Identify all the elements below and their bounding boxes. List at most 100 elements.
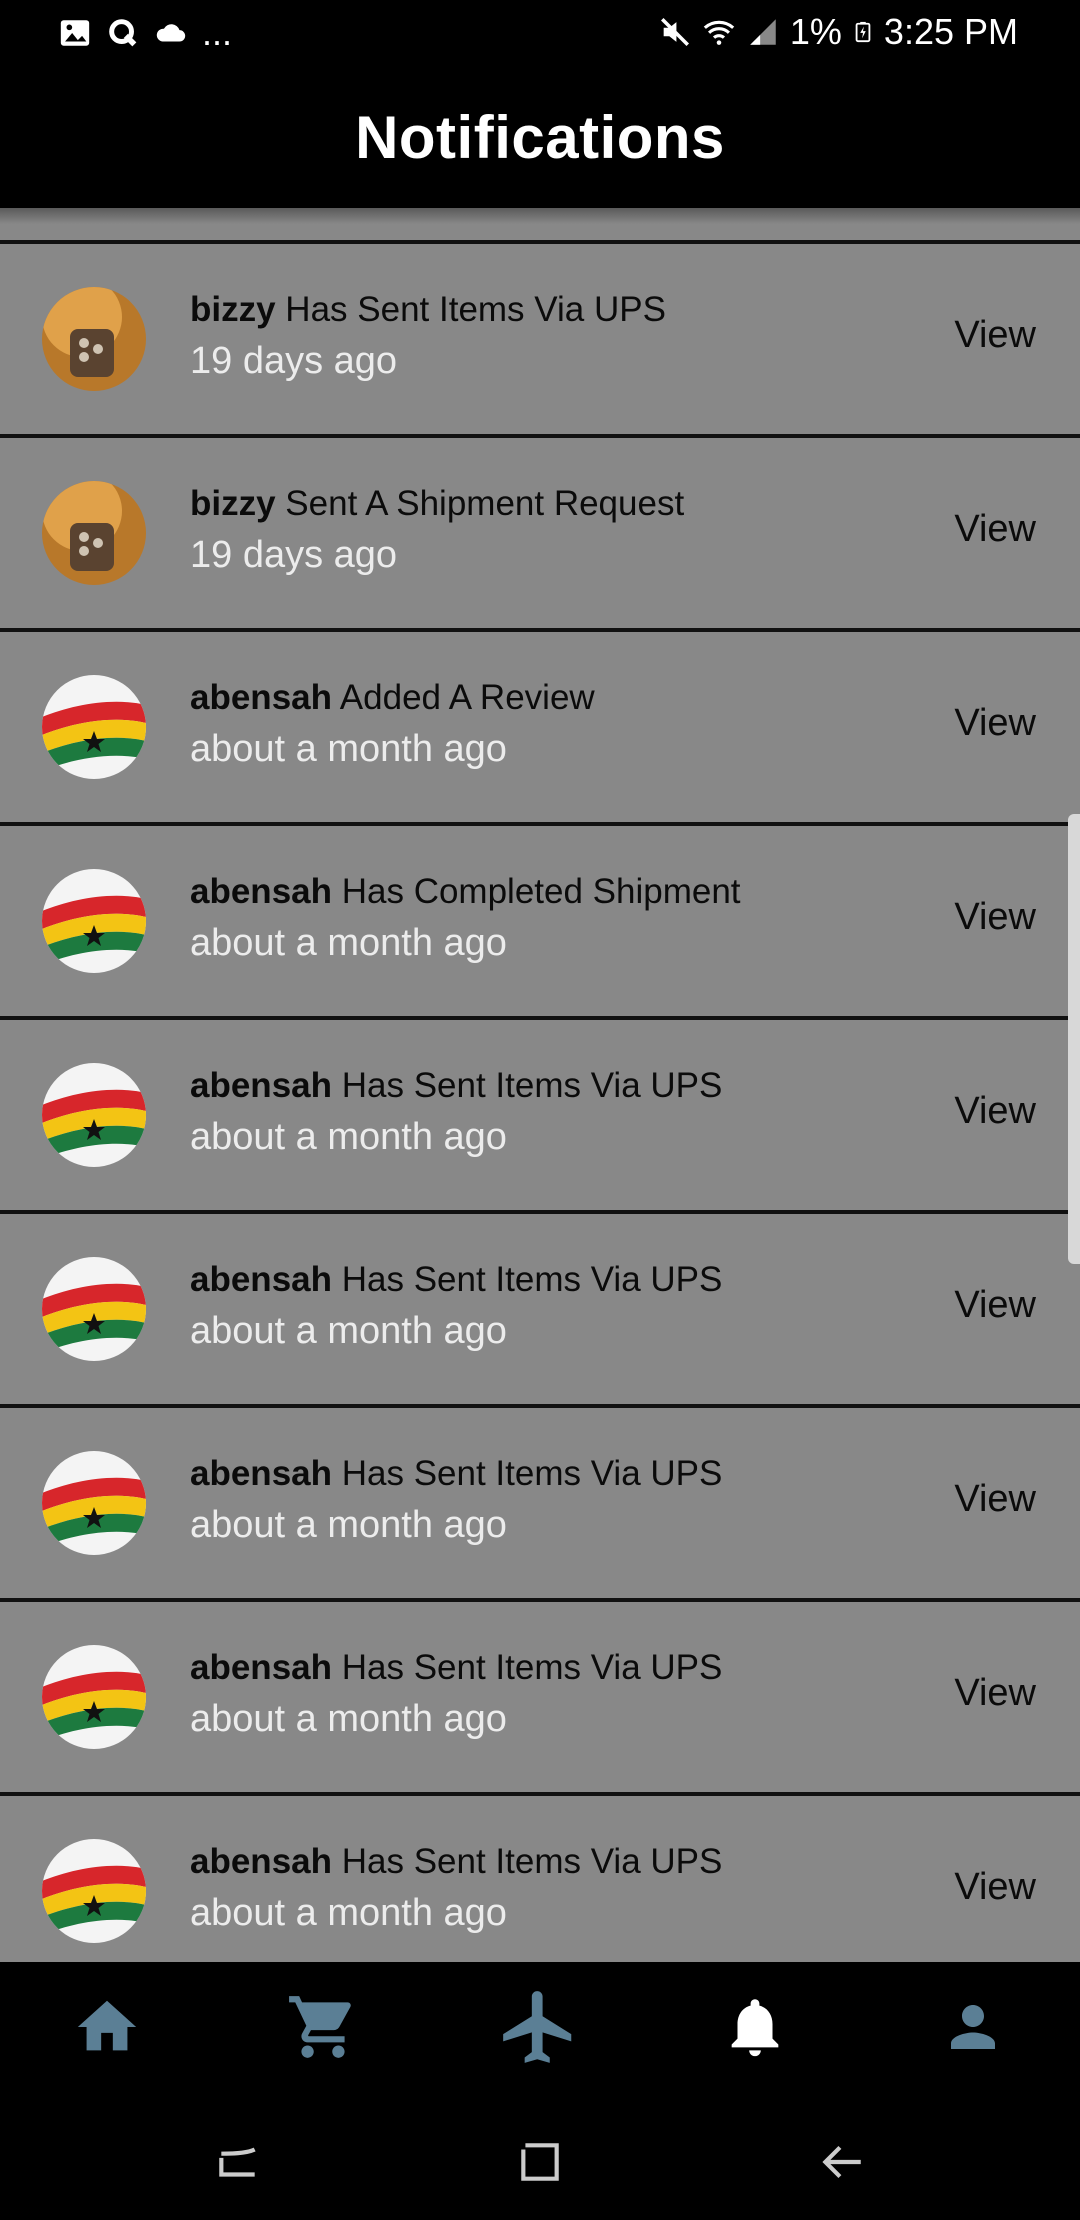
notification-text: abensah Has Sent Items Via UPS about a m… bbox=[190, 1842, 722, 1935]
notification-message: abensah Added A Review bbox=[190, 678, 595, 718]
notification-time: about a month ago bbox=[190, 1310, 507, 1352]
notification-action: Has Sent Items Via UPS bbox=[332, 1260, 723, 1299]
view-button[interactable]: View bbox=[954, 896, 1036, 939]
notification-user: bizzy bbox=[190, 290, 276, 329]
notification-action: Has Sent Items Via UPS bbox=[332, 1648, 723, 1687]
view-button[interactable]: View bbox=[954, 1478, 1036, 1521]
app-header: Notifications bbox=[0, 66, 1080, 208]
clock: 3:25 PM bbox=[883, 11, 1018, 52]
view-button[interactable]: View bbox=[954, 1284, 1036, 1327]
view-button[interactable]: View bbox=[954, 1866, 1036, 1909]
avatar bbox=[42, 1257, 146, 1361]
cloud-icon bbox=[156, 24, 186, 42]
notification-action: Has Sent Items Via UPS bbox=[332, 1454, 723, 1493]
notification-row[interactable]: abensah Has Completed Shipment about a m… bbox=[0, 826, 1080, 1016]
status-bar-left: ... bbox=[58, 14, 232, 52]
avatar bbox=[42, 1645, 146, 1749]
view-button[interactable]: View bbox=[954, 1090, 1036, 1133]
notification-time: about a month ago bbox=[190, 922, 507, 964]
notification-user: bizzy bbox=[190, 484, 276, 523]
nav-home[interactable] bbox=[62, 1982, 152, 2072]
notification-row[interactable]: abensah Has Sent Items Via UPS about a m… bbox=[0, 1602, 1080, 1792]
user-photo-icon bbox=[42, 481, 146, 585]
mute-icon bbox=[660, 17, 689, 47]
page-title: Notifications bbox=[355, 103, 725, 171]
notification-time: 19 days ago bbox=[190, 534, 398, 576]
notification-text: bizzy Sent A Shipment Request 19 days ag… bbox=[190, 484, 684, 577]
status-bar: ... 1% 3:25 PM bbox=[0, 0, 1080, 66]
nav-cart[interactable] bbox=[278, 1982, 368, 2072]
notification-row[interactable]: abensah Has Sent Items Via UPS about a m… bbox=[0, 1214, 1080, 1404]
notification-text: abensah Has Sent Items Via UPS about a m… bbox=[190, 1260, 722, 1353]
home-system-button[interactable] bbox=[510, 2132, 570, 2192]
ghana-flag-icon bbox=[42, 1839, 146, 1943]
nav-notifications[interactable] bbox=[710, 1982, 800, 2072]
home-square-icon bbox=[521, 2143, 559, 2181]
notification-message: abensah Has Sent Items Via UPS bbox=[190, 1842, 722, 1882]
notification-time: about a month ago bbox=[190, 1116, 507, 1158]
notification-action: Has Sent Items Via UPS bbox=[332, 1066, 723, 1105]
person-icon bbox=[951, 2005, 995, 2049]
wifi-icon bbox=[703, 20, 735, 45]
notification-row[interactable]: abensah Added A Review about a month ago… bbox=[0, 632, 1080, 822]
q-icon bbox=[109, 19, 137, 47]
ghana-flag-icon bbox=[42, 1063, 146, 1167]
notification-row[interactable]: abensah Has Sent Items Via UPS about a m… bbox=[0, 1020, 1080, 1210]
notification-time: about a month ago bbox=[190, 728, 507, 770]
notification-row[interactable]: bizzy Sent A Shipment Request 19 days ag… bbox=[0, 438, 1080, 628]
avatar bbox=[42, 287, 146, 391]
view-button[interactable]: View bbox=[954, 314, 1036, 357]
notification-text: abensah Has Sent Items Via UPS about a m… bbox=[190, 1066, 722, 1159]
notification-user: abensah bbox=[190, 1260, 332, 1299]
ghana-flag-icon bbox=[42, 675, 146, 779]
notification-user: abensah bbox=[190, 1842, 332, 1881]
avatar bbox=[42, 869, 146, 973]
notification-text: abensah Has Sent Items Via UPS about a m… bbox=[190, 1648, 722, 1741]
notification-time: about a month ago bbox=[190, 1892, 507, 1934]
back-icon bbox=[822, 2145, 861, 2179]
notification-row[interactable]: abensah Has Sent Items Via UPS about a m… bbox=[0, 1796, 1080, 1962]
notification-message: abensah Has Sent Items Via UPS bbox=[190, 1648, 722, 1688]
notification-message: abensah Has Sent Items Via UPS bbox=[190, 1066, 722, 1106]
home-icon bbox=[77, 2000, 137, 2051]
notification-row[interactable]: bizzy Has Sent Items Via UPS 19 days ago… bbox=[0, 244, 1080, 434]
notifications-list[interactable]: bizzy Has Sent Items Via UPS 19 days ago… bbox=[0, 208, 1080, 1962]
nav-trips[interactable] bbox=[494, 1982, 584, 2072]
battery-icon bbox=[855, 21, 871, 43]
ghana-flag-icon bbox=[42, 1451, 146, 1555]
bell-icon bbox=[731, 1999, 779, 2057]
view-button[interactable]: View bbox=[954, 1672, 1036, 1715]
notification-user: abensah bbox=[190, 1454, 332, 1493]
notification-action: Added A Review bbox=[332, 678, 595, 717]
notification-action: Has Sent Items Via UPS bbox=[275, 290, 666, 329]
notification-text: abensah Has Sent Items Via UPS about a m… bbox=[190, 1454, 722, 1547]
notification-time: about a month ago bbox=[190, 1504, 507, 1546]
bottom-nav bbox=[0, 1962, 1080, 2090]
avatar bbox=[42, 1063, 146, 1167]
notification-message: abensah Has Sent Items Via UPS bbox=[190, 1454, 722, 1494]
back-button[interactable] bbox=[812, 2132, 872, 2192]
view-button[interactable]: View bbox=[954, 508, 1036, 551]
notification-row[interactable]: abensah Has Sent Items Via UPS about a m… bbox=[0, 1408, 1080, 1598]
airplane-icon bbox=[503, 1991, 572, 2063]
nav-profile[interactable] bbox=[928, 1982, 1018, 2072]
recents-button[interactable] bbox=[208, 2132, 268, 2192]
notification-user: abensah bbox=[190, 872, 332, 911]
battery-percent: 1% bbox=[789, 11, 842, 52]
notification-text: bizzy Has Sent Items Via UPS 19 days ago bbox=[190, 290, 666, 383]
avatar bbox=[42, 675, 146, 779]
view-button[interactable]: View bbox=[954, 702, 1036, 745]
recents-icon bbox=[219, 2147, 256, 2177]
user-photo-icon bbox=[42, 287, 146, 391]
notification-message: abensah Has Completed Shipment bbox=[190, 872, 741, 912]
notification-user: abensah bbox=[190, 678, 332, 717]
system-nav-bar bbox=[0, 2090, 1080, 2220]
notification-action: Sent A Shipment Request bbox=[275, 484, 685, 523]
notification-message: bizzy Sent A Shipment Request bbox=[190, 484, 684, 524]
notification-action: Has Completed Shipment bbox=[332, 872, 741, 911]
avatar bbox=[42, 481, 146, 585]
cart-icon bbox=[289, 1996, 351, 2058]
header-shadow bbox=[0, 208, 1080, 224]
signal-icon bbox=[750, 19, 776, 45]
scrollbar[interactable] bbox=[1068, 814, 1080, 1264]
